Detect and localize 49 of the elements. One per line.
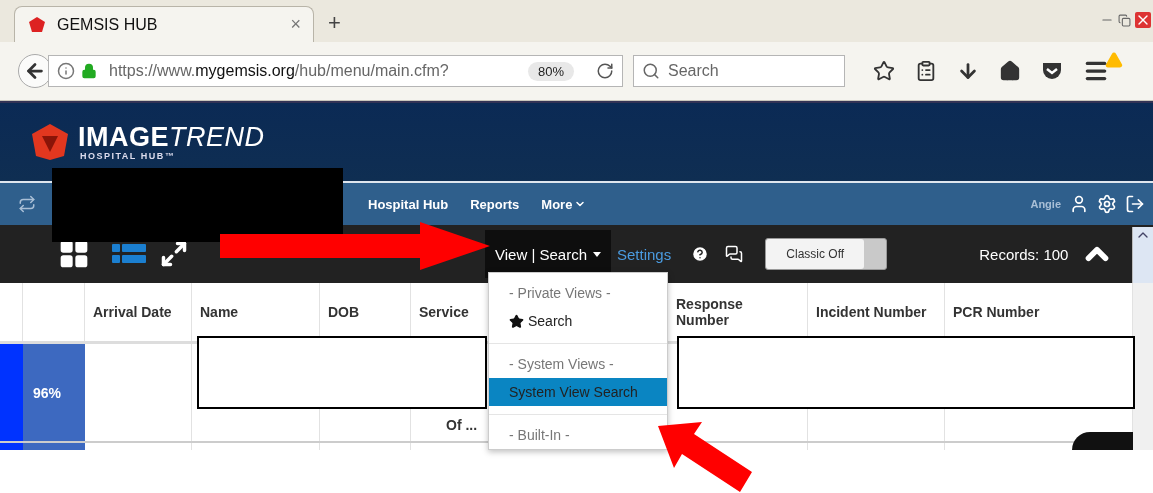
new-tab-button[interactable]: + (328, 10, 341, 36)
settings-icon[interactable] (1097, 194, 1117, 214)
caret-icon (593, 251, 601, 257)
logout-icon[interactable] (1125, 194, 1145, 214)
score-cell: 96% (23, 344, 85, 441)
info-icon (57, 62, 75, 80)
records-count: Records: 100 (979, 245, 1069, 263)
menu-heading: - System Views - (508, 355, 615, 374)
help-icon[interactable] (691, 245, 710, 263)
lock-icon (81, 63, 97, 79)
list-view-icon[interactable] (112, 242, 146, 266)
home-icon[interactable] (999, 60, 1021, 82)
menu-heading: - Built-In - (508, 426, 571, 445)
search-icon (642, 62, 660, 80)
tab-title: GEMSIS HUB (57, 15, 159, 34)
restore-icon[interactable] (1118, 13, 1131, 27)
expand-icon[interactable] (160, 240, 188, 268)
chat-bubble (1072, 432, 1133, 450)
column-header: Arrival Date (85, 283, 192, 341)
menu-item[interactable]: System View Search (489, 378, 667, 406)
settings-link[interactable]: Settings (617, 245, 672, 263)
chat-icon[interactable] (725, 245, 744, 263)
menu-heading: - Private Views - (508, 284, 612, 303)
reading-list-icon[interactable] (915, 60, 937, 82)
nav-link[interactable]: More (541, 196, 587, 212)
warning-icon (1105, 51, 1123, 69)
sync-icon[interactable] (18, 195, 36, 213)
browser-tab[interactable]: GEMSIS HUB × (14, 6, 314, 42)
close-tab-button[interactable]: × (290, 14, 301, 35)
bookmark-icon[interactable] (873, 60, 895, 82)
user-icon[interactable] (1069, 194, 1089, 214)
search-field[interactable]: Search (633, 55, 845, 87)
user-name: Angie (1030, 198, 1061, 210)
service-text: Of ... (446, 417, 478, 433)
download-icon[interactable] (957, 60, 979, 82)
nav-link[interactable]: Hospital Hub (368, 196, 449, 212)
menu-item[interactable]: Search (489, 307, 667, 335)
logo-icon (27, 15, 47, 34)
zoom-badge[interactable]: 80% (527, 61, 574, 81)
scrollbar[interactable] (1132, 227, 1153, 283)
pocket-icon[interactable] (1041, 61, 1063, 81)
address-field[interactable]: https://www.mygemsis.org/hub/menu/main.cfm? 80% (48, 55, 623, 87)
classic-toggle[interactable]: Classic Off (765, 238, 888, 270)
url-text: https://www.mygemsis.org/hub/menu/main.cfm? (109, 62, 450, 80)
reload-icon[interactable] (596, 62, 614, 80)
brand-name: IMAGETREND (78, 123, 265, 151)
brand-subtitle: HOSPITAL HUB™ (80, 150, 177, 161)
nav-link[interactable]: Reports (470, 196, 520, 212)
close-window-button[interactable] (1135, 12, 1151, 28)
